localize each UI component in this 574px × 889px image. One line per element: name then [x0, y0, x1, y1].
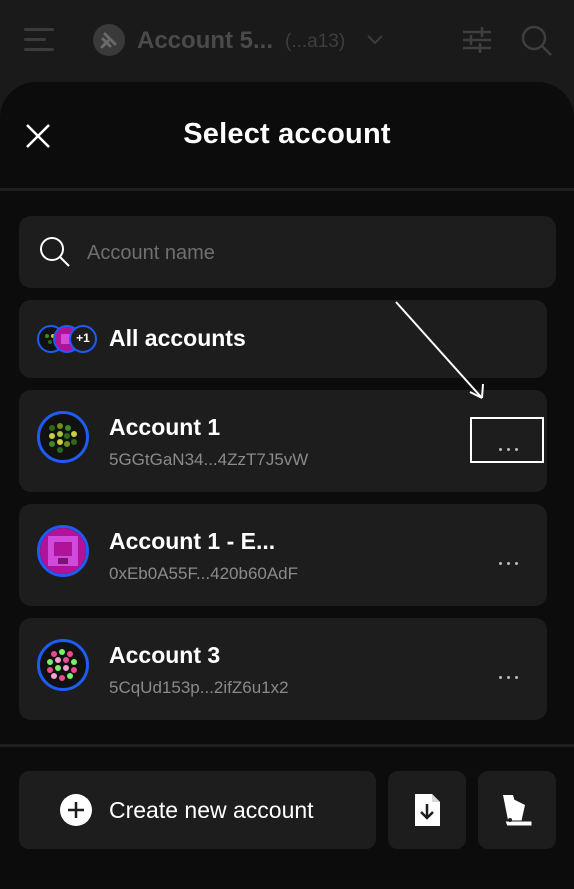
- plug-icon[interactable]: [93, 24, 125, 56]
- search-icon: [40, 237, 70, 267]
- all-accounts-label: All accounts: [109, 325, 246, 351]
- sheet-title: Select account: [183, 118, 391, 150]
- swatch-icon: [503, 795, 533, 827]
- account-name: Account 1 - E...: [109, 528, 276, 554]
- account-address: 5GGtGaN34...4ZzT7J5vW: [109, 450, 309, 469]
- more-options-icon[interactable]: [499, 552, 523, 565]
- plus-circle-icon: [60, 794, 92, 826]
- all-accounts-badge: +1: [76, 331, 90, 345]
- account-row[interactable]: Account 1 5GGtGaN34...4ZzT7J5vW: [19, 390, 547, 492]
- account-address: 0xEb0A55F...420b60AdF: [109, 564, 299, 583]
- current-account-address: (...a13): [285, 31, 346, 52]
- search-icon[interactable]: [520, 24, 554, 58]
- highlight-box: [470, 417, 544, 463]
- account-row[interactable]: Account 1 - E... 0xEb0A55F...420b60AdF: [19, 504, 547, 606]
- top-bar: Account 5... (...a13): [0, 0, 574, 82]
- search-field[interactable]: [19, 216, 556, 288]
- avatar: [37, 411, 89, 463]
- select-account-sheet: Select account +1 All accounts: [0, 82, 574, 889]
- divider: [0, 188, 574, 191]
- file-download-icon: [415, 794, 440, 826]
- account-name: Account 3: [109, 642, 221, 668]
- all-accounts-row[interactable]: +1 All accounts: [19, 300, 547, 378]
- account-address: 5CqUd153p...2ifZ6u1x2: [109, 678, 289, 697]
- theme-button[interactable]: [478, 771, 556, 849]
- create-account-label: Create new account: [109, 797, 314, 823]
- sliders-icon[interactable]: [462, 26, 492, 54]
- menu-icon[interactable]: [24, 28, 54, 52]
- divider: [0, 744, 574, 747]
- search-input[interactable]: [85, 234, 529, 272]
- create-account-button[interactable]: Create new account: [19, 771, 376, 849]
- more-options-icon[interactable]: [499, 666, 523, 679]
- avatar: [37, 525, 89, 577]
- account-name: Account 1: [109, 414, 221, 440]
- avatar: [37, 639, 89, 691]
- account-row[interactable]: Account 3 5CqUd153p...2ifZ6u1x2: [19, 618, 547, 720]
- chevron-down-icon[interactable]: [366, 30, 384, 48]
- current-account-name[interactable]: Account 5...: [137, 27, 273, 55]
- import-account-button[interactable]: [388, 771, 466, 849]
- all-accounts-avatars: +1: [37, 324, 99, 354]
